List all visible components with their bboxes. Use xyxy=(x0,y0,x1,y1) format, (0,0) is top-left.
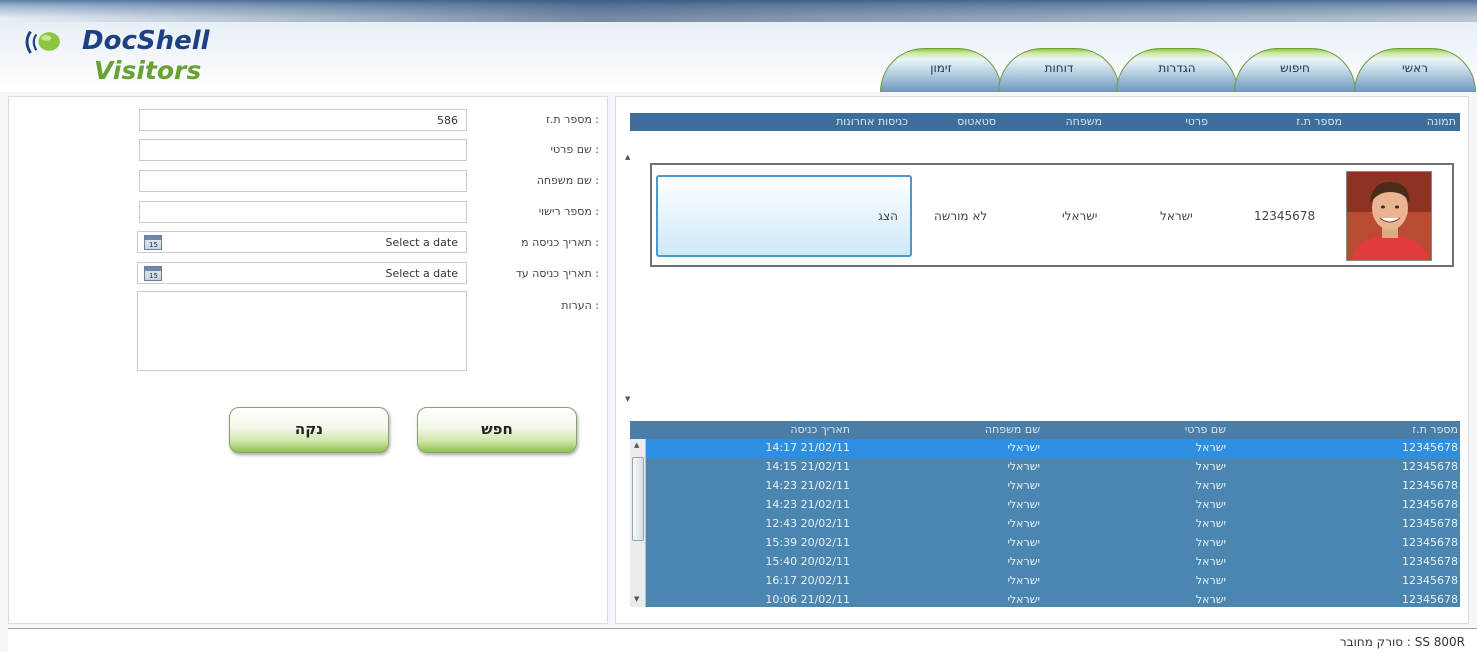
search-button[interactable]: חפש xyxy=(417,407,577,453)
license-input[interactable] xyxy=(139,201,467,223)
date-from-picker[interactable]: 15 Select a date xyxy=(137,231,467,253)
hist-col-entry-date: תאריך כניסה xyxy=(790,423,850,436)
search-form-panel: מספר ת.ז : 586 שם פרטי : שם משפחה : מספר… xyxy=(8,96,608,624)
license-label: מספר רישוי : xyxy=(538,205,599,218)
scroll-up-icon[interactable]: ▲ xyxy=(625,153,633,161)
calendar-icon[interactable]: 15 xyxy=(144,266,162,281)
app-window: DocShell Visitors זימון דוחות הגדרות חיפ… xyxy=(0,0,1477,652)
results-scrollbar[interactable]: ▲ ▼ xyxy=(624,153,634,405)
tab-scheduling[interactable]: זימון xyxy=(880,48,1002,92)
table-row[interactable]: 12345678 ישראל ישראלי 14:23 21/02/11 xyxy=(630,496,1460,515)
header: DocShell Visitors זימון דוחות הגדרות חיפ… xyxy=(0,0,1477,92)
table-row[interactable]: 12345678 ישראל ישראלי 14:15 21/02/11 xyxy=(630,458,1460,477)
date-to-label: תאריך כניסה עד : xyxy=(515,267,599,280)
col-last-entries: כניסות אחרונות xyxy=(836,115,908,128)
main-tabs: זימון דוחות הגדרות חיפוש ראשי xyxy=(880,48,1477,92)
col-status: סטאטוס xyxy=(957,115,996,128)
table-row[interactable]: 12345678 ישראל ישראלי 14:17 21/02/11 xyxy=(630,439,1460,458)
hist-col-id: מספר ת.ז xyxy=(1412,423,1458,436)
history-header: מספר ת.ז שם פרטי שם משפחה תאריך כניסה xyxy=(630,421,1460,439)
table-row[interactable]: 12345678 ישראל ישראלי 15:40 20/02/11 xyxy=(630,553,1460,572)
col-photo: תמונה xyxy=(1426,115,1456,128)
card-status: לא מורשה xyxy=(934,209,988,223)
logo-bubble-icon xyxy=(25,30,60,54)
col-last-name: משפחה xyxy=(1065,115,1102,128)
last-name-label: שם משפחה : xyxy=(536,174,599,187)
table-row[interactable]: 12345678 ישראל ישראלי 12:43 20/02/11 xyxy=(630,515,1460,534)
visitor-photo xyxy=(1346,171,1432,261)
history-grid[interactable]: 12345678 ישראל ישראלי 14:17 21/02/11 123… xyxy=(630,439,1460,607)
scroll-up-icon[interactable]: ▲ xyxy=(634,441,639,449)
last-name-input[interactable] xyxy=(139,170,467,192)
scroll-thumb[interactable] xyxy=(632,457,644,541)
table-row[interactable]: 12345678 ישראל ישראלי 16:17 20/02/11 xyxy=(630,572,1460,591)
scroll-down-icon[interactable]: ▼ xyxy=(634,595,639,603)
col-id: מספר ת.ז xyxy=(1296,115,1342,128)
logo-title: DocShell xyxy=(82,26,210,56)
date-to-picker[interactable]: 15 Select a date xyxy=(137,262,467,284)
results-panel: תמונה מספר ת.ז פרטי משפחה סטאטוס כניסות … xyxy=(615,96,1469,624)
scroll-down-icon[interactable]: ▼ xyxy=(625,395,633,403)
table-row[interactable]: 12345678 ישראל ישראלי 14:23 21/02/11 xyxy=(630,477,1460,496)
table-row[interactable]: 12345678 ישראל ישראלי 10:06 21/02/11 xyxy=(630,591,1460,607)
scanner-status: סורק מחובר : SS 800R xyxy=(1339,635,1465,649)
col-first-name: פרטי xyxy=(1185,115,1208,128)
tab-search[interactable]: חיפוש xyxy=(1234,48,1356,92)
hist-col-first-name: שם פרטי xyxy=(1184,423,1226,436)
logo-subtitle: Visitors xyxy=(94,56,202,85)
notes-label: הערות : xyxy=(561,299,599,312)
first-name-input[interactable] xyxy=(139,139,467,161)
card-first-name: ישראל xyxy=(1160,209,1193,223)
person-photo-icon xyxy=(1347,172,1431,260)
logo: DocShell Visitors xyxy=(22,22,242,86)
status-bar: סורק מחובר : SS 800R xyxy=(8,628,1477,652)
header-swoosh xyxy=(0,0,1477,22)
notes-textarea[interactable] xyxy=(137,291,467,371)
history-scrollbar[interactable]: ▲ ▼ xyxy=(630,439,646,607)
tab-home[interactable]: ראשי xyxy=(1354,48,1476,92)
last-entries-box[interactable] xyxy=(656,175,912,257)
show-link[interactable]: הצג xyxy=(878,209,898,223)
result-card[interactable]: הצג לא מורשה ישראלי ישראל 12345678 xyxy=(650,163,1454,267)
date-from-label: תאריך כניסה מ : xyxy=(521,236,599,249)
id-label: מספר ת.ז : xyxy=(546,113,599,126)
clear-button[interactable]: נקה xyxy=(229,407,389,453)
calendar-icon[interactable]: 15 xyxy=(144,235,162,250)
results-header: תמונה מספר ת.ז פרטי משפחה סטאטוס כניסות … xyxy=(630,113,1460,131)
first-name-label: שם פרטי : xyxy=(550,143,599,156)
card-id: 12345678 xyxy=(1254,209,1316,223)
id-input[interactable]: 586 xyxy=(139,109,467,131)
hist-col-last-name: שם משפחה xyxy=(984,423,1040,436)
tab-reports[interactable]: דוחות xyxy=(998,48,1120,92)
card-last-name: ישראלי xyxy=(1062,209,1098,223)
table-row[interactable]: 12345678 ישראל ישראלי 15:39 20/02/11 xyxy=(630,534,1460,553)
tab-settings[interactable]: הגדרות xyxy=(1116,48,1238,92)
